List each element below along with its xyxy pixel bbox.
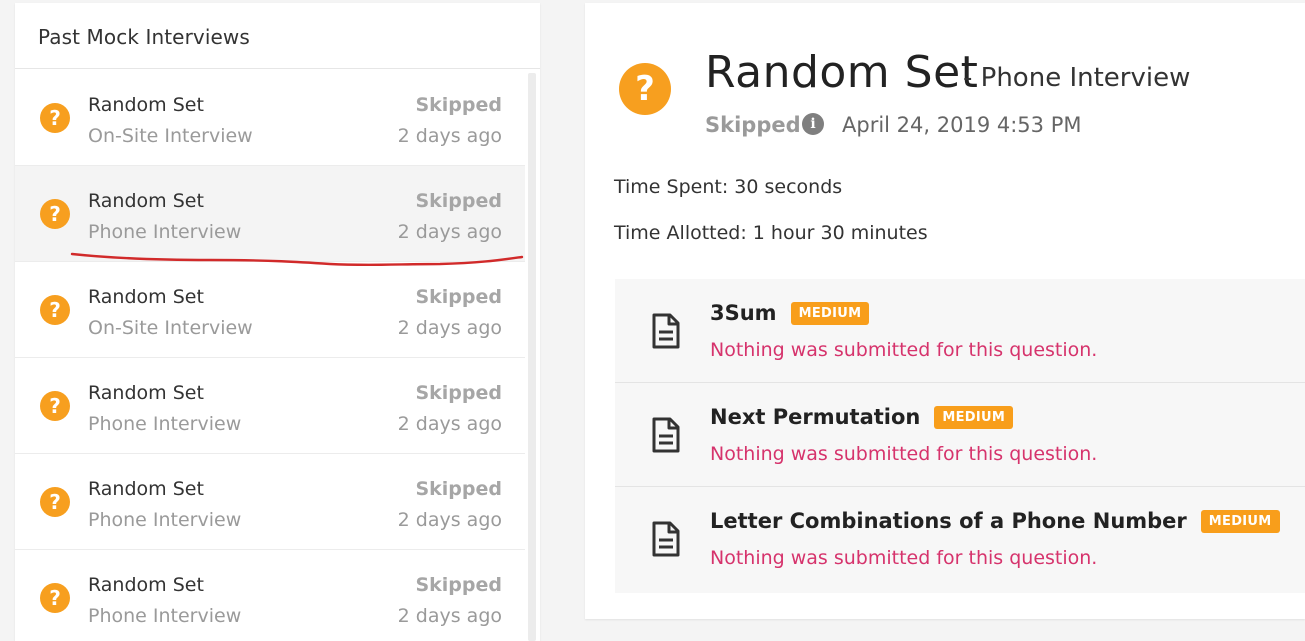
question-message: Nothing was submitted for this question. — [710, 339, 1098, 361]
question-circle-icon: ? — [619, 63, 671, 115]
list-item[interactable]: ? Random Set Phone Interview Skipped 2 d… — [15, 454, 525, 550]
question-row[interactable]: Letter Combinations of a Phone Number MED… — [615, 487, 1305, 593]
item-status: Skipped — [415, 382, 502, 404]
list-item[interactable]: ? Random Set On-Site Interview Skipped 2… — [15, 262, 525, 358]
time-allotted: Time Allotted: 1 hour 30 minutes — [614, 222, 928, 244]
difficulty-badge: MEDIUM — [1200, 510, 1280, 533]
detail-status: Skipped — [705, 113, 801, 137]
item-time: 2 days ago — [397, 605, 502, 627]
item-type: Phone Interview — [88, 605, 242, 627]
list-item[interactable]: ? Random Set On-Site Interview Skipped 2… — [15, 70, 525, 166]
item-time: 2 days ago — [397, 317, 502, 339]
question-circle-icon: ? — [40, 295, 70, 325]
question-name[interactable]: 3Sum MEDIUM — [710, 301, 870, 325]
list-item[interactable]: ? Random Set Phone Interview Skipped 2 d… — [15, 358, 525, 454]
question-message: Nothing was submitted for this question. — [710, 443, 1098, 465]
item-title: Random Set — [88, 478, 204, 500]
item-time: 2 days ago — [397, 413, 502, 435]
question-row[interactable]: Next Permutation MEDIUM Nothing was submi… — [615, 383, 1305, 487]
question-circle-icon: ? — [40, 199, 70, 229]
document-icon — [652, 417, 680, 453]
detail-title: Random Set — [705, 47, 979, 98]
past-interviews-panel: Past Mock Interviews ? Random Set On-Sit… — [15, 3, 540, 641]
info-icon[interactable]: i — [802, 113, 824, 135]
scrollbar[interactable] — [528, 73, 536, 641]
item-status: Skipped — [415, 94, 502, 116]
item-time: 2 days ago — [397, 509, 502, 531]
document-icon — [652, 313, 680, 349]
item-time: 2 days ago — [397, 221, 502, 243]
question-row[interactable]: 3Sum MEDIUM Nothing was submitted for thi… — [615, 279, 1305, 383]
item-status: Skipped — [415, 478, 502, 500]
item-type: On-Site Interview — [88, 125, 253, 147]
interview-list: ? Random Set On-Site Interview Skipped 2… — [15, 70, 525, 641]
question-circle-icon: ? — [40, 391, 70, 421]
question-name[interactable]: Next Permutation MEDIUM — [710, 405, 1014, 429]
question-circle-icon: ? — [40, 487, 70, 517]
difficulty-badge: MEDIUM — [934, 406, 1014, 429]
item-type: Phone Interview — [88, 509, 242, 531]
question-list: 3Sum MEDIUM Nothing was submitted for thi… — [615, 279, 1305, 593]
item-title: Random Set — [88, 286, 204, 308]
item-title: Random Set — [88, 190, 204, 212]
detail-subtitle: - Phone Interview — [963, 63, 1191, 93]
item-status: Skipped — [415, 574, 502, 596]
interview-detail-panel: ? Random Set - Phone Interview Skipped i… — [585, 3, 1305, 619]
item-title: Random Set — [88, 574, 204, 596]
question-circle-icon: ? — [40, 583, 70, 613]
question-circle-icon: ? — [40, 103, 70, 133]
item-type: Phone Interview — [88, 221, 242, 243]
item-title: Random Set — [88, 382, 204, 404]
difficulty-badge: MEDIUM — [790, 302, 870, 325]
item-type: On-Site Interview — [88, 317, 253, 339]
red-underline-annotation — [70, 252, 524, 267]
item-status: Skipped — [415, 286, 502, 308]
item-title: Random Set — [88, 94, 204, 116]
document-icon — [652, 521, 680, 557]
item-status: Skipped — [415, 190, 502, 212]
question-name[interactable]: Letter Combinations of a Phone Number MED… — [710, 509, 1280, 533]
list-item[interactable]: ? Random Set Phone Interview Skipped 2 d… — [15, 550, 525, 641]
time-spent: Time Spent: 30 seconds — [614, 176, 843, 198]
item-time: 2 days ago — [397, 125, 502, 147]
question-message: Nothing was submitted for this question. — [710, 547, 1098, 569]
detail-date: April 24, 2019 4:53 PM — [842, 113, 1082, 137]
item-type: Phone Interview — [88, 413, 242, 435]
panel-title: Past Mock Interviews — [15, 3, 540, 69]
